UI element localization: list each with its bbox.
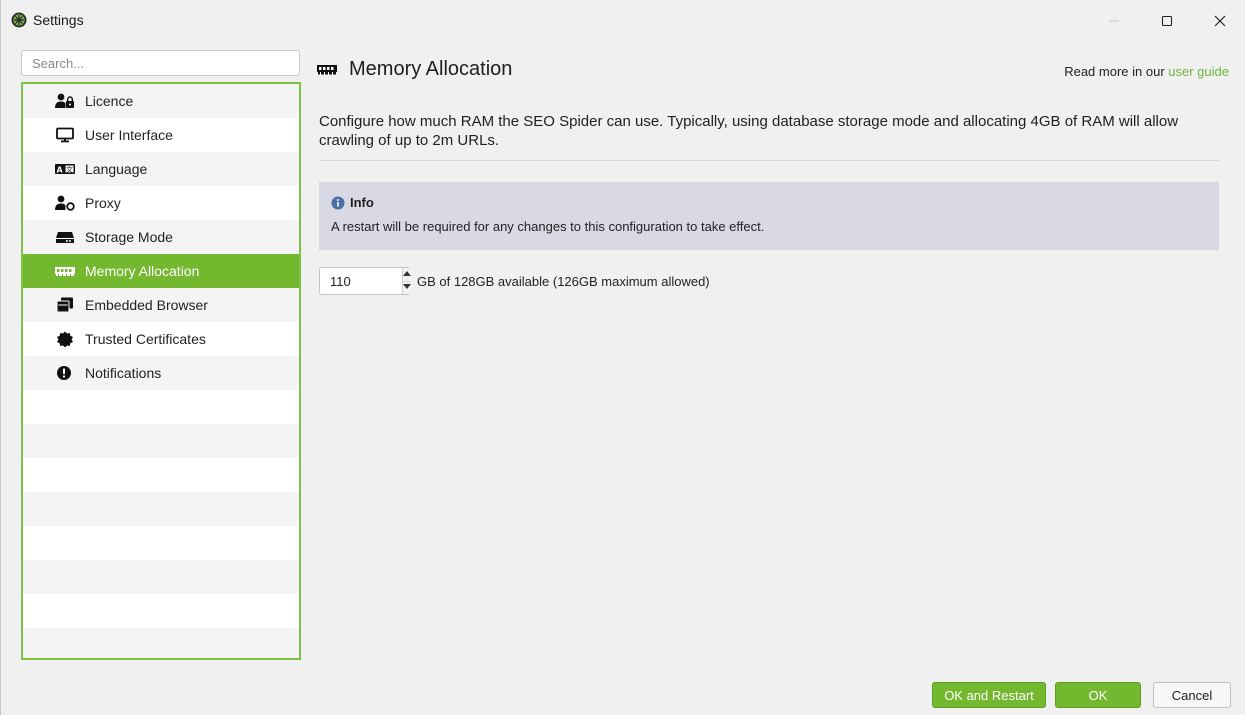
close-icon xyxy=(1214,11,1226,32)
empty-row xyxy=(23,390,299,424)
empty-row xyxy=(23,628,299,658)
user-lock-icon xyxy=(55,93,75,109)
sidebar-item-label: Storage Mode xyxy=(85,229,173,245)
close-button[interactable] xyxy=(1203,8,1237,34)
divider xyxy=(319,160,1219,161)
certificate-icon xyxy=(55,331,75,347)
sidebar-item-memory-allocation[interactable]: Memory Allocation xyxy=(23,254,299,288)
sidebar-item-notifications[interactable]: Notifications xyxy=(23,356,299,390)
info-icon xyxy=(331,196,345,210)
stepper-buttons xyxy=(402,268,411,294)
guide-prefix: Read more in our xyxy=(1064,64,1165,79)
sidebar-item-label: Proxy xyxy=(85,195,121,211)
svg-text:A: A xyxy=(56,165,63,174)
user-guide-link[interactable]: user guide xyxy=(1168,64,1229,79)
sidebar-item-proxy[interactable]: Proxy xyxy=(23,186,299,220)
language-icon: A文 xyxy=(55,161,75,177)
empty-row xyxy=(23,424,299,458)
memory-row: GB of 128GB available (126GB maximum all… xyxy=(319,267,710,295)
title-bar: Settings xyxy=(1,0,1245,40)
memory-icon xyxy=(55,263,75,279)
sidebar-item-label: User Interface xyxy=(85,127,173,143)
sidebar-item-label: Notifications xyxy=(85,365,162,381)
empty-row xyxy=(23,594,299,628)
cancel-button[interactable]: Cancel xyxy=(1153,682,1231,708)
info-header: Info xyxy=(331,195,1207,210)
memory-input[interactable] xyxy=(320,268,402,294)
hard-drive-icon xyxy=(55,229,75,245)
triangle-down-icon xyxy=(403,284,411,291)
minimize-button[interactable] xyxy=(1097,8,1131,34)
info-title: Info xyxy=(350,195,374,210)
description-text: Configure how much RAM the SEO Spider ca… xyxy=(319,113,1179,149)
empty-row xyxy=(23,560,299,594)
decrement-button[interactable] xyxy=(403,281,411,294)
monitor-icon xyxy=(55,127,75,143)
page-title: Memory Allocation xyxy=(317,58,512,81)
svg-text:文: 文 xyxy=(66,165,73,174)
ok-and-restart-button[interactable]: OK and Restart xyxy=(932,682,1046,708)
settings-nav-list: Licence User Interface A文 Language Proxy… xyxy=(21,82,301,660)
browser-windows-icon xyxy=(55,297,75,313)
memory-label: GB of 128GB available (126GB maximum all… xyxy=(417,273,710,289)
sidebar-item-label: Embedded Browser xyxy=(85,297,208,313)
page-title-text: Memory Allocation xyxy=(349,58,513,80)
sidebar-item-language[interactable]: A文 Language xyxy=(23,152,299,186)
window-title: Settings xyxy=(33,12,84,28)
maximize-button[interactable] xyxy=(1150,8,1184,34)
exclamation-icon xyxy=(55,365,75,381)
sidebar-item-label: Trusted Certificates xyxy=(85,331,206,347)
minimize-icon xyxy=(1108,11,1120,32)
sidebar-item-label: Memory Allocation xyxy=(85,263,200,279)
sidebar-item-label: Licence xyxy=(85,93,134,109)
info-panel: Info A restart will be required for any … xyxy=(319,182,1219,250)
info-text: A restart will be required for any chang… xyxy=(331,219,765,234)
sidebar-item-embedded-browser[interactable]: Embedded Browser xyxy=(23,288,299,322)
empty-row xyxy=(23,492,299,526)
sidebar-item-storage-mode[interactable]: Storage Mode xyxy=(23,220,299,254)
settings-window: Settings Licence xyxy=(0,0,1245,715)
guide-text: Read more in our user guide xyxy=(1064,64,1229,79)
memory-icon xyxy=(317,63,337,77)
sidebar-item-user-interface[interactable]: User Interface xyxy=(23,118,299,152)
maximize-icon xyxy=(1161,11,1173,32)
search-input[interactable] xyxy=(21,50,300,76)
empty-row xyxy=(23,526,299,560)
empty-row xyxy=(23,458,299,492)
ok-button[interactable]: OK xyxy=(1055,682,1141,708)
sidebar-item-licence[interactable]: Licence xyxy=(23,84,299,118)
spider-icon xyxy=(11,12,27,28)
triangle-up-icon xyxy=(403,270,411,278)
sidebar-item-label: Language xyxy=(85,161,148,177)
user-proxy-icon xyxy=(55,195,75,211)
sidebar-item-trusted-certificates[interactable]: Trusted Certificates xyxy=(23,322,299,356)
increment-button[interactable] xyxy=(403,268,411,282)
memory-stepper[interactable] xyxy=(319,267,411,295)
